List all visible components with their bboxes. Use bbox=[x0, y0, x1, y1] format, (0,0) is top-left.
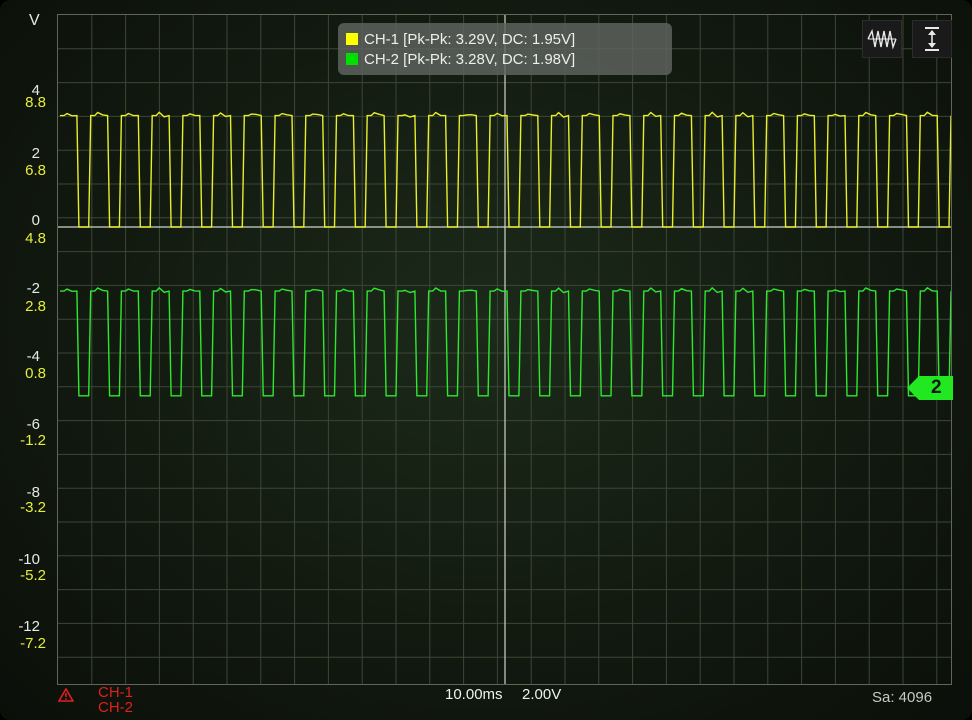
channel-measurement-legend: CH-1 [Pk-Pk: 3.29V, DC: 1.95V] CH-2 [Pk-… bbox=[338, 23, 672, 75]
ch1-measurement: CH-1 [Pk-Pk: 3.29V, DC: 1.95V] bbox=[364, 30, 576, 48]
waveform-button[interactable] bbox=[862, 20, 902, 58]
sample-count: Sa: 4096 bbox=[872, 689, 933, 706]
timebase-label[interactable]: 10.00ms bbox=[445, 686, 503, 703]
unit-label: V bbox=[29, 12, 40, 29]
ch1-tick-label: -4 bbox=[26, 348, 40, 365]
ch2-offset-marker[interactable]: 2 bbox=[907, 375, 953, 401]
ch1-tick-label: 0 bbox=[31, 212, 40, 229]
oscilloscope-screen: V 4 2 0 -2 -4 -6 -8 -10 -12 8.8 6.8 4.8 2.8 0.8 -1.2 -3… bbox=[0, 0, 972, 720]
waveform-plot[interactable] bbox=[57, 14, 952, 685]
ch1-tick-label: -2 bbox=[26, 280, 40, 297]
warning-icon bbox=[58, 688, 74, 702]
ch1-tick-label: 2 bbox=[31, 145, 40, 162]
ch2-tick-label: 0.8 bbox=[25, 365, 46, 382]
ch2-tick-label: 8.8 bbox=[25, 94, 46, 111]
volts-per-div-label[interactable]: 2.00V bbox=[522, 686, 561, 703]
ch1-color-swatch bbox=[346, 33, 358, 45]
waveform-icon bbox=[867, 28, 897, 50]
ch2-tick-label: 4.8 bbox=[25, 230, 46, 247]
ch2-marker-label: 2 bbox=[931, 377, 942, 398]
ch1-tick-label: -10 bbox=[18, 551, 40, 568]
ch2-color-swatch bbox=[346, 53, 358, 65]
vertical-range-icon bbox=[925, 27, 939, 51]
ch1-tick-label: -6 bbox=[26, 416, 40, 433]
legend-ch2: CH-2 [Pk-Pk: 3.28V, DC: 1.98V] bbox=[346, 49, 664, 69]
ch2-marker-shape bbox=[907, 376, 953, 400]
ch2-tick-label: 2.8 bbox=[25, 298, 46, 315]
vertical-range-button[interactable] bbox=[912, 20, 952, 58]
ch1-tick-label: -12 bbox=[18, 618, 40, 635]
ch2-tick-label: -1.2 bbox=[20, 432, 46, 449]
ch2-tick-label: -7.2 bbox=[20, 635, 46, 652]
trigger-channel-2: CH-2 bbox=[98, 699, 134, 716]
waveform-svg bbox=[58, 15, 951, 684]
ch2-measurement: CH-2 [Pk-Pk: 3.28V, DC: 1.98V] bbox=[364, 50, 576, 68]
ch2-tick-label: 6.8 bbox=[25, 162, 46, 179]
ch2-tick-label: -3.2 bbox=[20, 499, 46, 516]
ch2-tick-label: -5.2 bbox=[20, 567, 46, 584]
legend-ch1: CH-1 [Pk-Pk: 3.29V, DC: 1.95V] bbox=[346, 29, 664, 49]
